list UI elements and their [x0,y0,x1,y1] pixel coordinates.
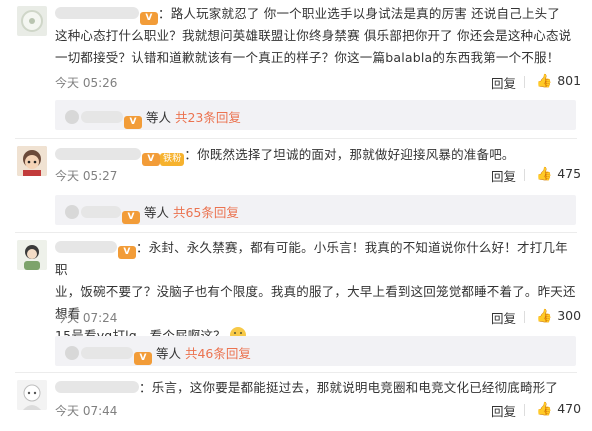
avatar [65,110,79,124]
reply-button[interactable]: 回复 [491,73,516,92]
avatar[interactable] [17,380,47,410]
reply-button[interactable]: 回复 [491,166,516,185]
vip-icon: V [142,153,160,166]
comment-item: V ：路人玩家就忍了 你一个职业选手以身试法是真的厉害 还说自己上头了 这种心态打… [0,0,592,98]
username[interactable] [55,381,139,393]
reply-summary[interactable]: V 等人 共46条回复 [55,336,576,366]
like-button[interactable]: 👍 801 [536,73,581,89]
fan-badge: 铁粉 [160,153,185,166]
view-replies-link[interactable]: 共65条回复 [173,205,239,220]
reply-summary[interactable]: V 等人 共65条回复 [55,195,576,225]
like-button[interactable]: 👍 300 [536,308,581,324]
vip-icon: V [124,116,142,129]
divider [15,138,577,139]
avatar [65,346,79,360]
vip-icon: V [140,12,158,25]
divider [524,404,525,416]
thumbs-up-icon: 👍 [536,402,553,417]
divider [15,372,577,373]
view-replies-link[interactable]: 共46条回复 [185,346,251,361]
timestamp: 今天 07:24 [55,311,118,325]
thumbs-up-icon: 👍 [536,74,553,89]
comment-item: ：乐言，这你要是都能挺过去，那就说明电竞圈和电竞文化已经彻底畸形了 今天 07:… [0,374,592,431]
avatar[interactable] [17,146,47,176]
thumbs-up-icon: 👍 [536,167,553,182]
avatar[interactable] [17,240,47,270]
comment-text: V 铁粉 ：你既然选择了坦诚的面对，那就做好迎接风暴的准备吧。 [55,144,576,166]
vip-icon: V [122,211,140,224]
like-button[interactable]: 👍 475 [536,166,581,182]
like-count: 475 [557,166,582,181]
vip-icon: V [134,352,152,365]
avatar[interactable] [17,6,47,36]
timestamp: 今天 05:26 [55,76,118,90]
divider [524,311,525,323]
comment-text: ：乐言，这你要是都能挺过去，那就说明电竞圈和电竞文化已经彻底畸形了 [55,377,576,399]
vip-icon: V [118,246,136,259]
username[interactable] [55,7,139,19]
username[interactable] [55,148,141,160]
reply-button[interactable]: 回复 [491,401,516,420]
like-count: 300 [557,308,582,323]
username[interactable] [55,241,117,253]
comment-text: V ：永封、永久禁赛，都有可能。小乐言！我真的不知道说你什么好！才打几年职 业，饭… [55,237,576,347]
reply-button[interactable]: 回复 [491,308,516,327]
reply-summary[interactable]: V 等人 共23条回复 [55,100,576,130]
comment-item: V 铁粉 ：你既然选择了坦诚的面对，那就做好迎接风暴的准备吧。 今天 05:27 回… [0,140,592,194]
divider [15,232,577,233]
divider [524,169,525,181]
thumbs-up-icon: 👍 [536,309,553,324]
comment-text: V ：路人玩家就忍了 你一个职业选手以身试法是真的厉害 还说自己上头了 这种心态打… [55,6,572,65]
timestamp: 今天 05:27 [55,169,118,183]
like-count: 801 [557,73,582,88]
like-count: 470 [557,401,582,416]
avatar [65,205,79,219]
comment-item: V ：永封、永久禁赛，都有可能。小乐言！我真的不知道说你什么好！才打几年职 业，饭… [0,234,592,343]
timestamp: 今天 07:44 [55,404,118,418]
view-replies-link[interactable]: 共23条回复 [175,110,241,125]
like-button[interactable]: 👍 470 [536,401,581,417]
divider [524,76,525,88]
